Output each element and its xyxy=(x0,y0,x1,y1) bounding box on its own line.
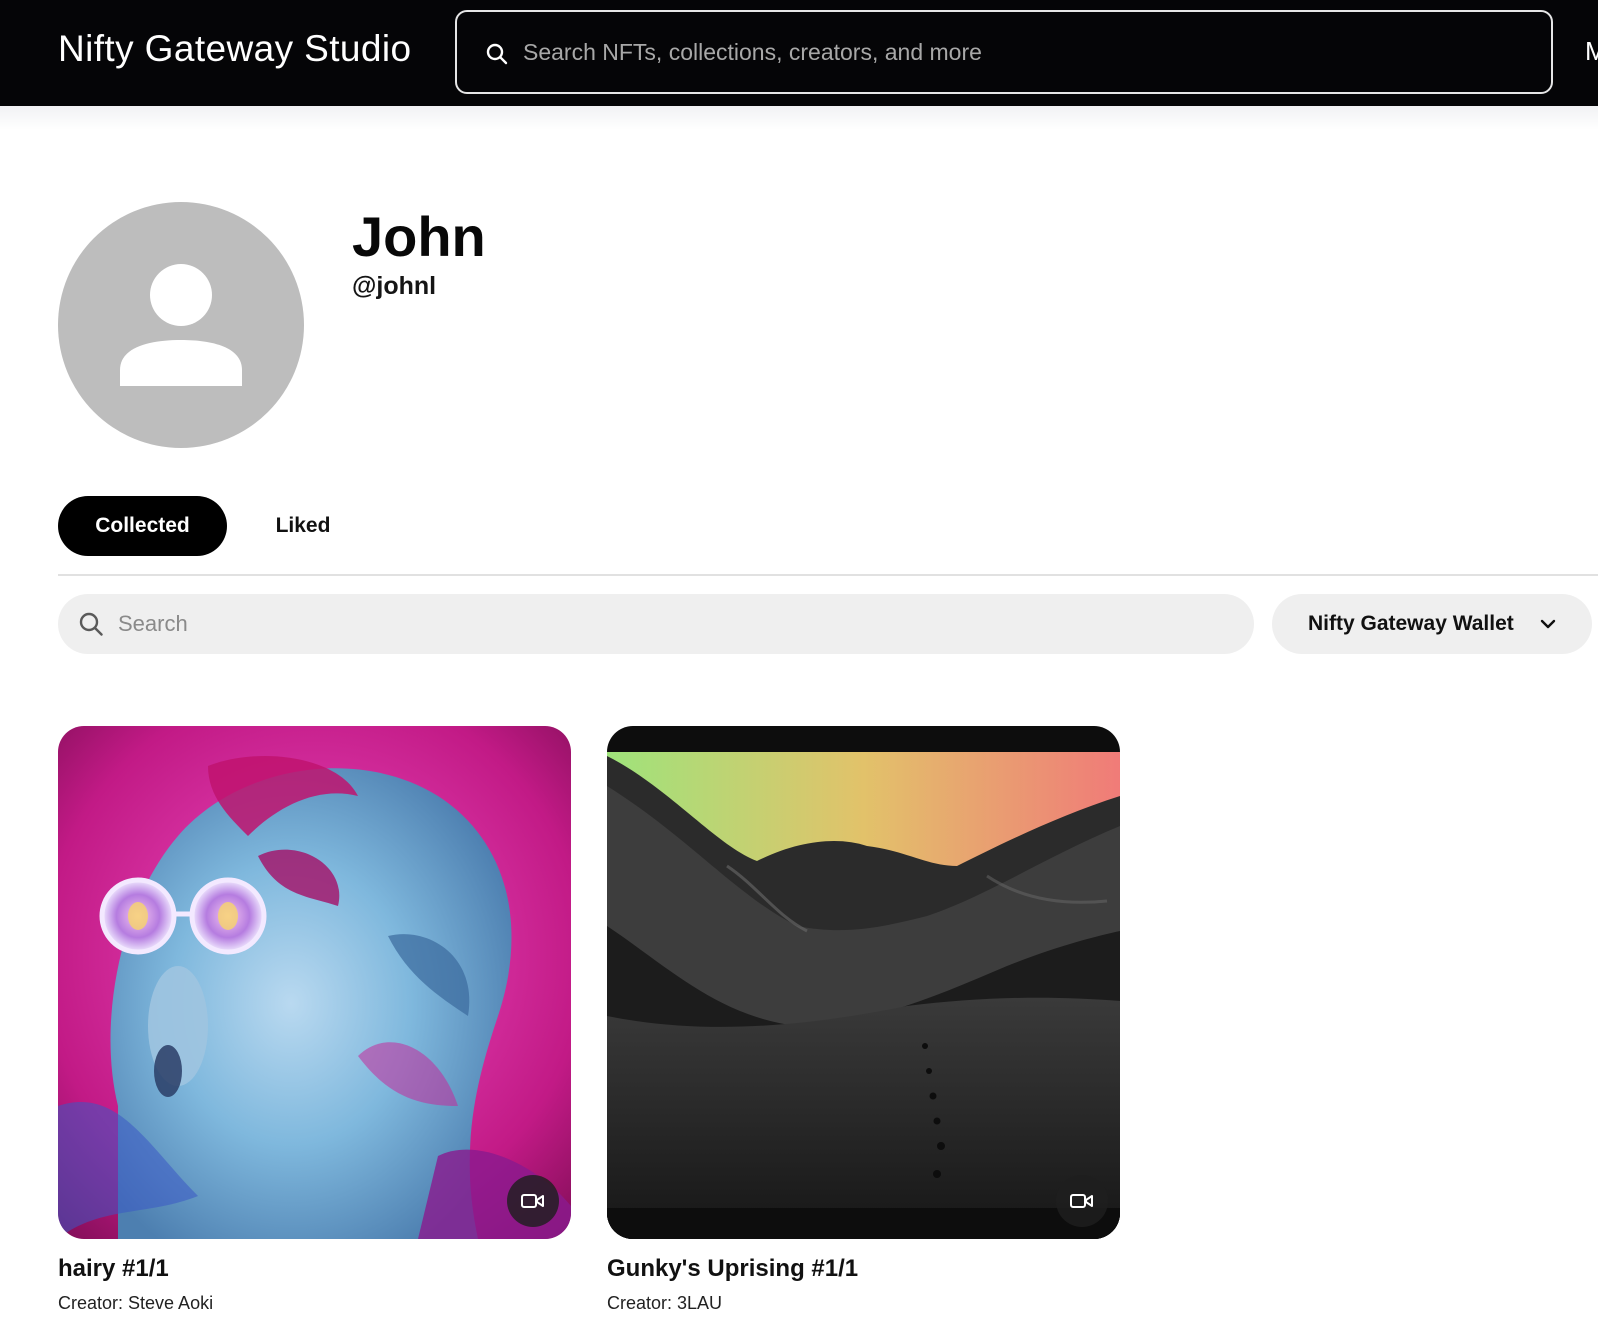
tab-liked[interactable]: Liked xyxy=(265,496,341,556)
wallet-dropdown[interactable]: Nifty Gateway Wallet xyxy=(1272,594,1592,654)
nft-creator: Creator: Steve Aoki xyxy=(58,1293,214,1313)
search-icon xyxy=(486,43,508,65)
tab-collected-label: Collected xyxy=(95,514,190,537)
profile-handle: @johnl xyxy=(352,272,437,300)
user-placeholder-icon xyxy=(120,264,242,386)
wallet-dropdown-value: Nifty Gateway Wallet xyxy=(1308,612,1514,635)
nft-card[interactable]: Gunky's Uprising #1/1 Creator: 3LAU xyxy=(607,726,1120,1314)
nft-media-gunkys-uprising[interactable] xyxy=(607,726,1120,1239)
nft-artwork-image xyxy=(58,726,571,1239)
video-badge xyxy=(507,1175,559,1227)
profile-avatar xyxy=(58,202,304,448)
nft-media-hairy[interactable] xyxy=(58,726,571,1239)
tab-collected[interactable]: Collected xyxy=(58,496,227,556)
nft-title[interactable]: Gunky's Uprising #1/1 xyxy=(607,1255,1120,1283)
top-navigation-bar: Nifty Gateway Studio M xyxy=(0,0,1598,106)
nft-card[interactable]: hairy #1/1 Creator: Steve Aoki xyxy=(58,726,571,1314)
collection-search-input[interactable] xyxy=(118,604,1218,644)
profile-name: John xyxy=(352,205,486,268)
nft-creator: Creator: 3LAU xyxy=(607,1293,723,1313)
header-shadow xyxy=(0,106,1598,130)
header-menu-link-cutoff[interactable]: M xyxy=(1585,36,1598,67)
collection-search-field[interactable] xyxy=(58,594,1254,654)
search-icon xyxy=(79,612,103,636)
tabs-divider xyxy=(58,574,1598,576)
global-search-field[interactable] xyxy=(455,10,1553,94)
chevron-down-icon xyxy=(1540,619,1556,629)
global-search-input[interactable] xyxy=(523,30,1523,74)
brand-logo-text[interactable]: Nifty Gateway Studio xyxy=(58,28,411,70)
video-icon xyxy=(521,1194,544,1208)
nft-title[interactable]: hairy #1/1 xyxy=(58,1255,571,1283)
video-badge xyxy=(1056,1175,1108,1227)
video-icon xyxy=(1070,1194,1093,1208)
tab-liked-label: Liked xyxy=(275,514,331,537)
nft-artwork-image xyxy=(607,726,1120,1239)
